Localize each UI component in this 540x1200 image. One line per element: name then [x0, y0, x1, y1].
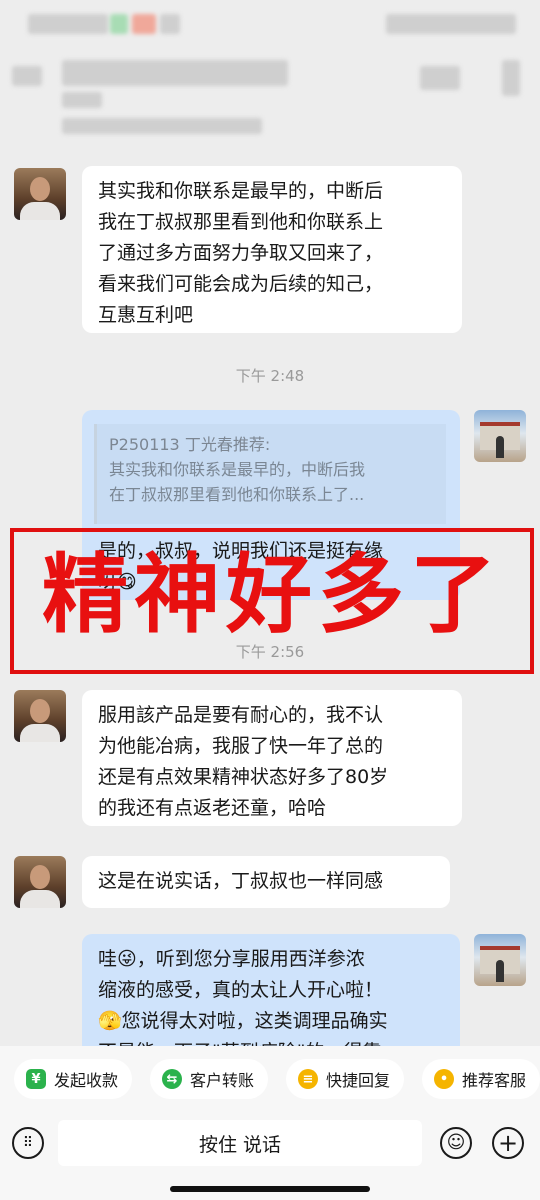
hold-to-talk-button[interactable]: 按住 说话	[58, 1120, 422, 1166]
quick-reply-button[interactable]: ≡ 快捷回复	[286, 1059, 405, 1099]
chat-title	[62, 60, 288, 86]
keyboard-icon[interactable]: ⠿	[12, 1127, 44, 1159]
message-bubble-incoming[interactable]: 其实我和你联系是最早的，中断后 我在丁叔叔那里看到他和你联系上 了通过多方面努力…	[82, 166, 462, 333]
back-icon[interactable]	[12, 66, 42, 86]
more-icon[interactable]	[502, 60, 520, 96]
quoted-message-text: 其实我和你联系是最早的，中断后我 在丁叔叔那里看到他和你联系上了...	[109, 460, 366, 504]
profile-icon[interactable]	[420, 66, 460, 90]
contact-avatar[interactable]	[14, 856, 66, 908]
customer-transfer-button[interactable]: ⇆ 客户转账	[150, 1059, 269, 1099]
contact-avatar[interactable]	[14, 690, 66, 742]
message-bubble-incoming[interactable]: 这是在说实话，丁叔叔也一样同感	[82, 856, 450, 908]
quoted-message-author: P250113 丁光春推荐:	[109, 435, 271, 454]
quick-reply-icon: ≡	[298, 1069, 318, 1089]
status-bar	[0, 0, 540, 48]
plus-icon[interactable]: +	[492, 1127, 524, 1159]
message-bubble-incoming[interactable]: 服用該产品是要有耐心的，我不认 为他能冶病，我服了快一年了总的 还是有点效果精神…	[82, 690, 462, 826]
timestamp: 下午 2:56	[235, 643, 305, 661]
timestamp: 下午 2:48	[235, 367, 305, 385]
quick-actions-bar: ¥ 发起收款 ⇆ 客户转账 ≡ 快捷回复 • 推荐客服	[0, 1046, 540, 1112]
transfer-icon: ⇆	[162, 1069, 182, 1089]
home-indicator	[170, 1186, 370, 1192]
recommend-icon: •	[434, 1069, 454, 1089]
my-avatar[interactable]	[474, 934, 526, 986]
message-text: 是的，叔叔，说明我们还是挺有缘 呀😋	[98, 540, 384, 593]
recommend-service-button[interactable]: • 推荐客服	[422, 1059, 540, 1099]
quoted-message[interactable]: P250113 丁光春推荐: 其实我和你联系是最早的，中断后我 在丁叔叔那里看到…	[94, 424, 446, 524]
collect-payment-button[interactable]: ¥ 发起收款	[14, 1059, 133, 1099]
my-avatar[interactable]	[474, 410, 526, 462]
yen-icon: ¥	[26, 1069, 46, 1089]
chat-header	[0, 48, 540, 144]
emoji-icon[interactable]: ☺	[440, 1127, 472, 1159]
contact-avatar[interactable]	[14, 168, 66, 220]
